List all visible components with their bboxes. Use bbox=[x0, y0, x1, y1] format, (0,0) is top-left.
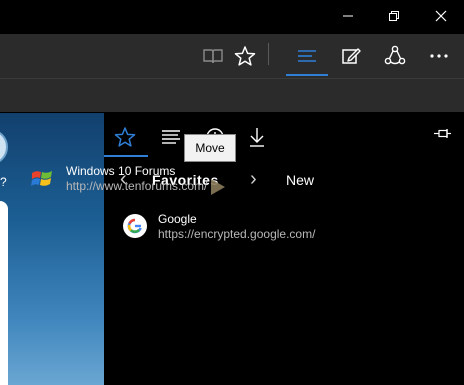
toolbar-separator bbox=[268, 43, 269, 65]
sub-bar bbox=[0, 78, 464, 112]
add-favorite-button[interactable] bbox=[229, 40, 261, 72]
reading-view-icon bbox=[203, 49, 223, 64]
favorite-item[interactable]: Google https://encrypted.google.com/ bbox=[122, 212, 352, 248]
web-note-icon bbox=[342, 48, 361, 64]
browser-toolbar bbox=[0, 34, 464, 78]
hub-panel bbox=[104, 113, 464, 385]
favorite-url: http://www.tenforums.com/ bbox=[66, 179, 208, 193]
page-text-fragment: ? bbox=[0, 175, 7, 189]
share-icon bbox=[384, 45, 406, 65]
dragged-favorite-item[interactable]: Windows 10 Forums http://www.tenforums.c… bbox=[30, 164, 230, 200]
page-graphic bbox=[0, 129, 8, 165]
favorite-url: https://encrypted.google.com/ bbox=[158, 227, 316, 241]
favorite-title: Windows 10 Forums bbox=[66, 164, 176, 178]
minimize-button[interactable] bbox=[325, 0, 371, 32]
close-button[interactable] bbox=[418, 0, 464, 32]
close-icon bbox=[435, 10, 447, 22]
share-button[interactable] bbox=[379, 40, 411, 72]
restore-icon bbox=[389, 11, 399, 21]
forward-arrow-icon[interactable]: › bbox=[250, 168, 257, 191]
hub-button[interactable] bbox=[291, 40, 323, 72]
drag-cursor-icon bbox=[211, 179, 225, 195]
pin-icon bbox=[434, 129, 451, 138]
hub-icon bbox=[298, 50, 316, 62]
favorites-star-icon bbox=[114, 127, 136, 147]
reading-view-button[interactable] bbox=[197, 40, 229, 72]
hub-tab-active-indicator bbox=[104, 155, 148, 157]
pin-button[interactable] bbox=[434, 127, 452, 145]
web-page-content: ? bbox=[0, 113, 104, 385]
web-note-button[interactable] bbox=[335, 40, 367, 72]
downloads-icon bbox=[250, 128, 264, 147]
move-tooltip: Move bbox=[184, 134, 236, 162]
favorite-title: Google bbox=[158, 212, 197, 226]
windows-logo-icon bbox=[31, 171, 52, 186]
hub-active-indicator bbox=[286, 74, 328, 76]
title-bar bbox=[0, 0, 464, 34]
restore-button[interactable] bbox=[371, 0, 417, 32]
more-icon bbox=[430, 54, 448, 58]
minimize-icon bbox=[343, 15, 353, 17]
page-panel bbox=[0, 201, 8, 385]
new-folder-label[interactable]: New bbox=[286, 172, 314, 188]
add-favorite-star-icon bbox=[234, 46, 256, 66]
more-button[interactable] bbox=[423, 40, 455, 72]
tab-downloads[interactable] bbox=[242, 123, 272, 151]
reading-list-icon bbox=[162, 130, 180, 144]
google-logo-icon bbox=[123, 214, 147, 238]
tab-favorites[interactable] bbox=[110, 123, 140, 151]
tab-reading-list[interactable] bbox=[156, 123, 186, 151]
